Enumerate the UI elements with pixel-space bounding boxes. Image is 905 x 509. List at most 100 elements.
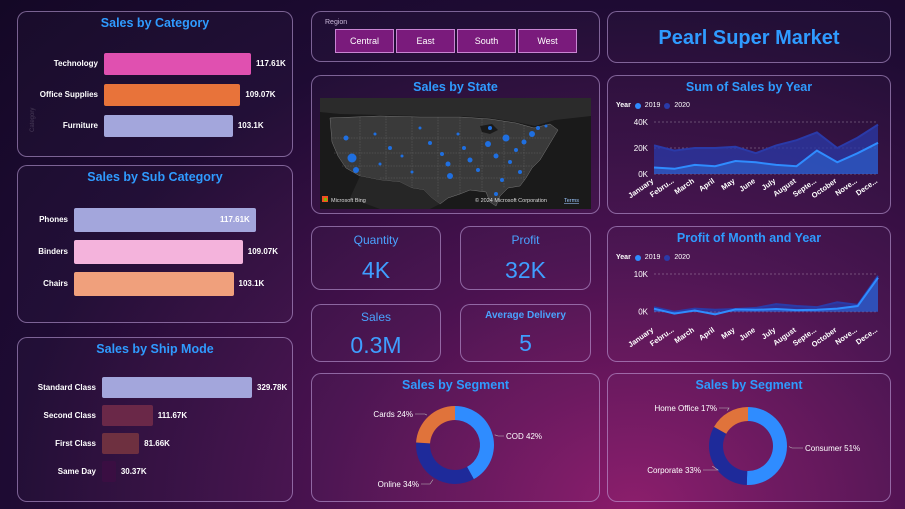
region-west-button[interactable]: West: [518, 29, 577, 53]
donut-label: Home Office 17%: [654, 404, 717, 413]
segment-donut-1[interactable]: COD 42% Online 34% Cards 24%: [312, 374, 601, 503]
bar-label: Binders: [38, 247, 68, 256]
profit-kpi-card: Profit 32K: [460, 226, 591, 290]
map-terms-link: Terms: [564, 198, 579, 204]
bar[interactable]: [104, 53, 251, 75]
legend-2020-dot: [664, 102, 671, 109]
legend-2019-label: 2019: [644, 254, 661, 261]
profit-value: 32K: [505, 257, 546, 283]
bar-label: Office Supplies: [39, 90, 98, 99]
map-attribution-right: © 2024 Microsoft Corporation: [475, 197, 547, 204]
bar-value: 109.07K: [245, 90, 276, 99]
bar-value: 111.67K: [157, 410, 188, 420]
profit-card: Profit of Month and Year Year 2019 2020 …: [607, 226, 891, 362]
quantity-kpi-card: Quantity 4K: [311, 226, 441, 290]
donut-leader: [494, 434, 504, 437]
bar-label: Chairs: [43, 279, 68, 288]
region-central-button[interactable]: Central: [335, 29, 394, 53]
bar-value: 103.1K: [237, 121, 264, 130]
x-tick-label: June: [737, 325, 757, 342]
bar-value: 30.37K: [120, 466, 147, 476]
map-title: Sales by State: [413, 80, 498, 94]
donut-label: Corporate 33%: [647, 466, 701, 475]
x-tick-label: Nove...: [833, 325, 858, 346]
map-attribution-left: Microsoft Bing: [331, 198, 366, 204]
sales-year-chart[interactable]: 0K20K40KJanuaryFebru...March April May June…: [608, 112, 892, 213]
delivery-label: Average Delivery: [485, 310, 566, 321]
category-card: Sales by Category Category Technology 117…: [17, 11, 293, 157]
bar[interactable]: [104, 115, 233, 137]
x-tick-label: May: [719, 325, 737, 341]
sales-value: 0.3M: [350, 332, 402, 358]
subcategory-title: Sales by Sub Category: [87, 170, 223, 184]
y-tick-label: 20K: [634, 144, 649, 153]
bar-value: 329.78K: [257, 382, 288, 392]
segment-card-1: Sales by Segment COD 42% Online 34% Cards …: [311, 373, 600, 502]
bar-label: First Class: [55, 438, 96, 448]
bar[interactable]: [102, 377, 252, 398]
x-tick-label: June: [737, 176, 757, 193]
bar-label: Standard Class: [37, 382, 96, 392]
bar-label: Same Day: [57, 466, 96, 476]
quantity-label: Quantity: [353, 233, 399, 247]
delivery-kpi-card: Average Delivery 5: [460, 304, 591, 362]
bar[interactable]: [102, 461, 116, 482]
donut-label: Consumer 51%: [805, 444, 860, 453]
donut-leader: [788, 446, 803, 449]
page-title: Pearl Super Market: [658, 27, 840, 49]
legend-2019-dot: [634, 254, 641, 261]
donut-label: Cards 24%: [373, 410, 413, 419]
region-east-button[interactable]: East: [396, 29, 455, 53]
donut-label: COD 42%: [506, 432, 542, 441]
legend-2020-dot: [664, 254, 671, 261]
quantity-value: 4K: [361, 257, 391, 283]
sales-label: Sales: [360, 310, 392, 324]
donut-leader: [719, 407, 730, 411]
x-tick-label: April: [697, 325, 716, 342]
profit-legend: Year 2019 2020: [616, 254, 690, 261]
x-tick-label: Dece...: [854, 325, 879, 346]
bar[interactable]: [104, 84, 241, 106]
bar-label: Technology: [53, 59, 98, 68]
donut-slice: [416, 406, 455, 444]
donut-slice: [714, 407, 748, 434]
delivery-value: 5: [519, 330, 532, 356]
bar-label: Furniture: [62, 121, 98, 130]
shipmode-title: Sales by Ship Mode: [96, 342, 214, 356]
bar[interactable]: [74, 272, 234, 296]
category-title: Sales by Category: [100, 16, 210, 30]
region-label: Region: [325, 19, 348, 26]
donut-leader: [421, 479, 434, 485]
shipmode-card: Sales by Ship Mode Standard Class 329.78K…: [17, 337, 293, 502]
bar-value: 81.66K: [144, 438, 170, 448]
legend-2019-label: 2019: [644, 102, 661, 109]
region-slicer-card: Region Central East South West: [311, 11, 600, 62]
bar-value: 117.61K: [256, 59, 286, 68]
bar-value: 117.61K: [220, 215, 250, 224]
y-tick-label: 40K: [634, 118, 649, 127]
segment-card-2: Sales by Segment Consumer 51% Corporate 3…: [607, 373, 891, 502]
sales-year-title: Sum of Sales by Year: [685, 80, 813, 94]
profit-chart[interactable]: 0K10KJanuaryFebru...March April May June Jul…: [608, 265, 892, 361]
segment-donut-2[interactable]: Consumer 51% Corporate 33% Home Office 17%: [608, 374, 892, 503]
us-map[interactable]: Microsoft Bing © 2024 Microsoft Corporat…: [320, 98, 591, 209]
donut-leader: [415, 413, 428, 416]
legend-title: Year: [616, 102, 631, 109]
bar-value: 103.1K: [238, 279, 265, 288]
legend-title: Year: [616, 254, 631, 261]
bar[interactable]: [102, 405, 153, 426]
header-card: Pearl Super Market: [607, 11, 891, 63]
donut-slice: [709, 426, 748, 485]
x-tick-label: May: [719, 176, 737, 192]
bar-label: Second Class: [43, 410, 96, 420]
donut-slice: [455, 406, 494, 480]
legend-2019-dot: [634, 102, 641, 109]
profit-label: Profit: [511, 233, 540, 247]
bar[interactable]: [74, 240, 243, 264]
y-tick-label: 0K: [638, 308, 648, 317]
region-south-button[interactable]: South: [457, 29, 516, 53]
donut-slice: [416, 442, 474, 484]
x-tick-label: Dece...: [854, 176, 879, 197]
sales-year-legend: Year 2019 2020: [616, 102, 690, 109]
bar[interactable]: [102, 433, 140, 454]
